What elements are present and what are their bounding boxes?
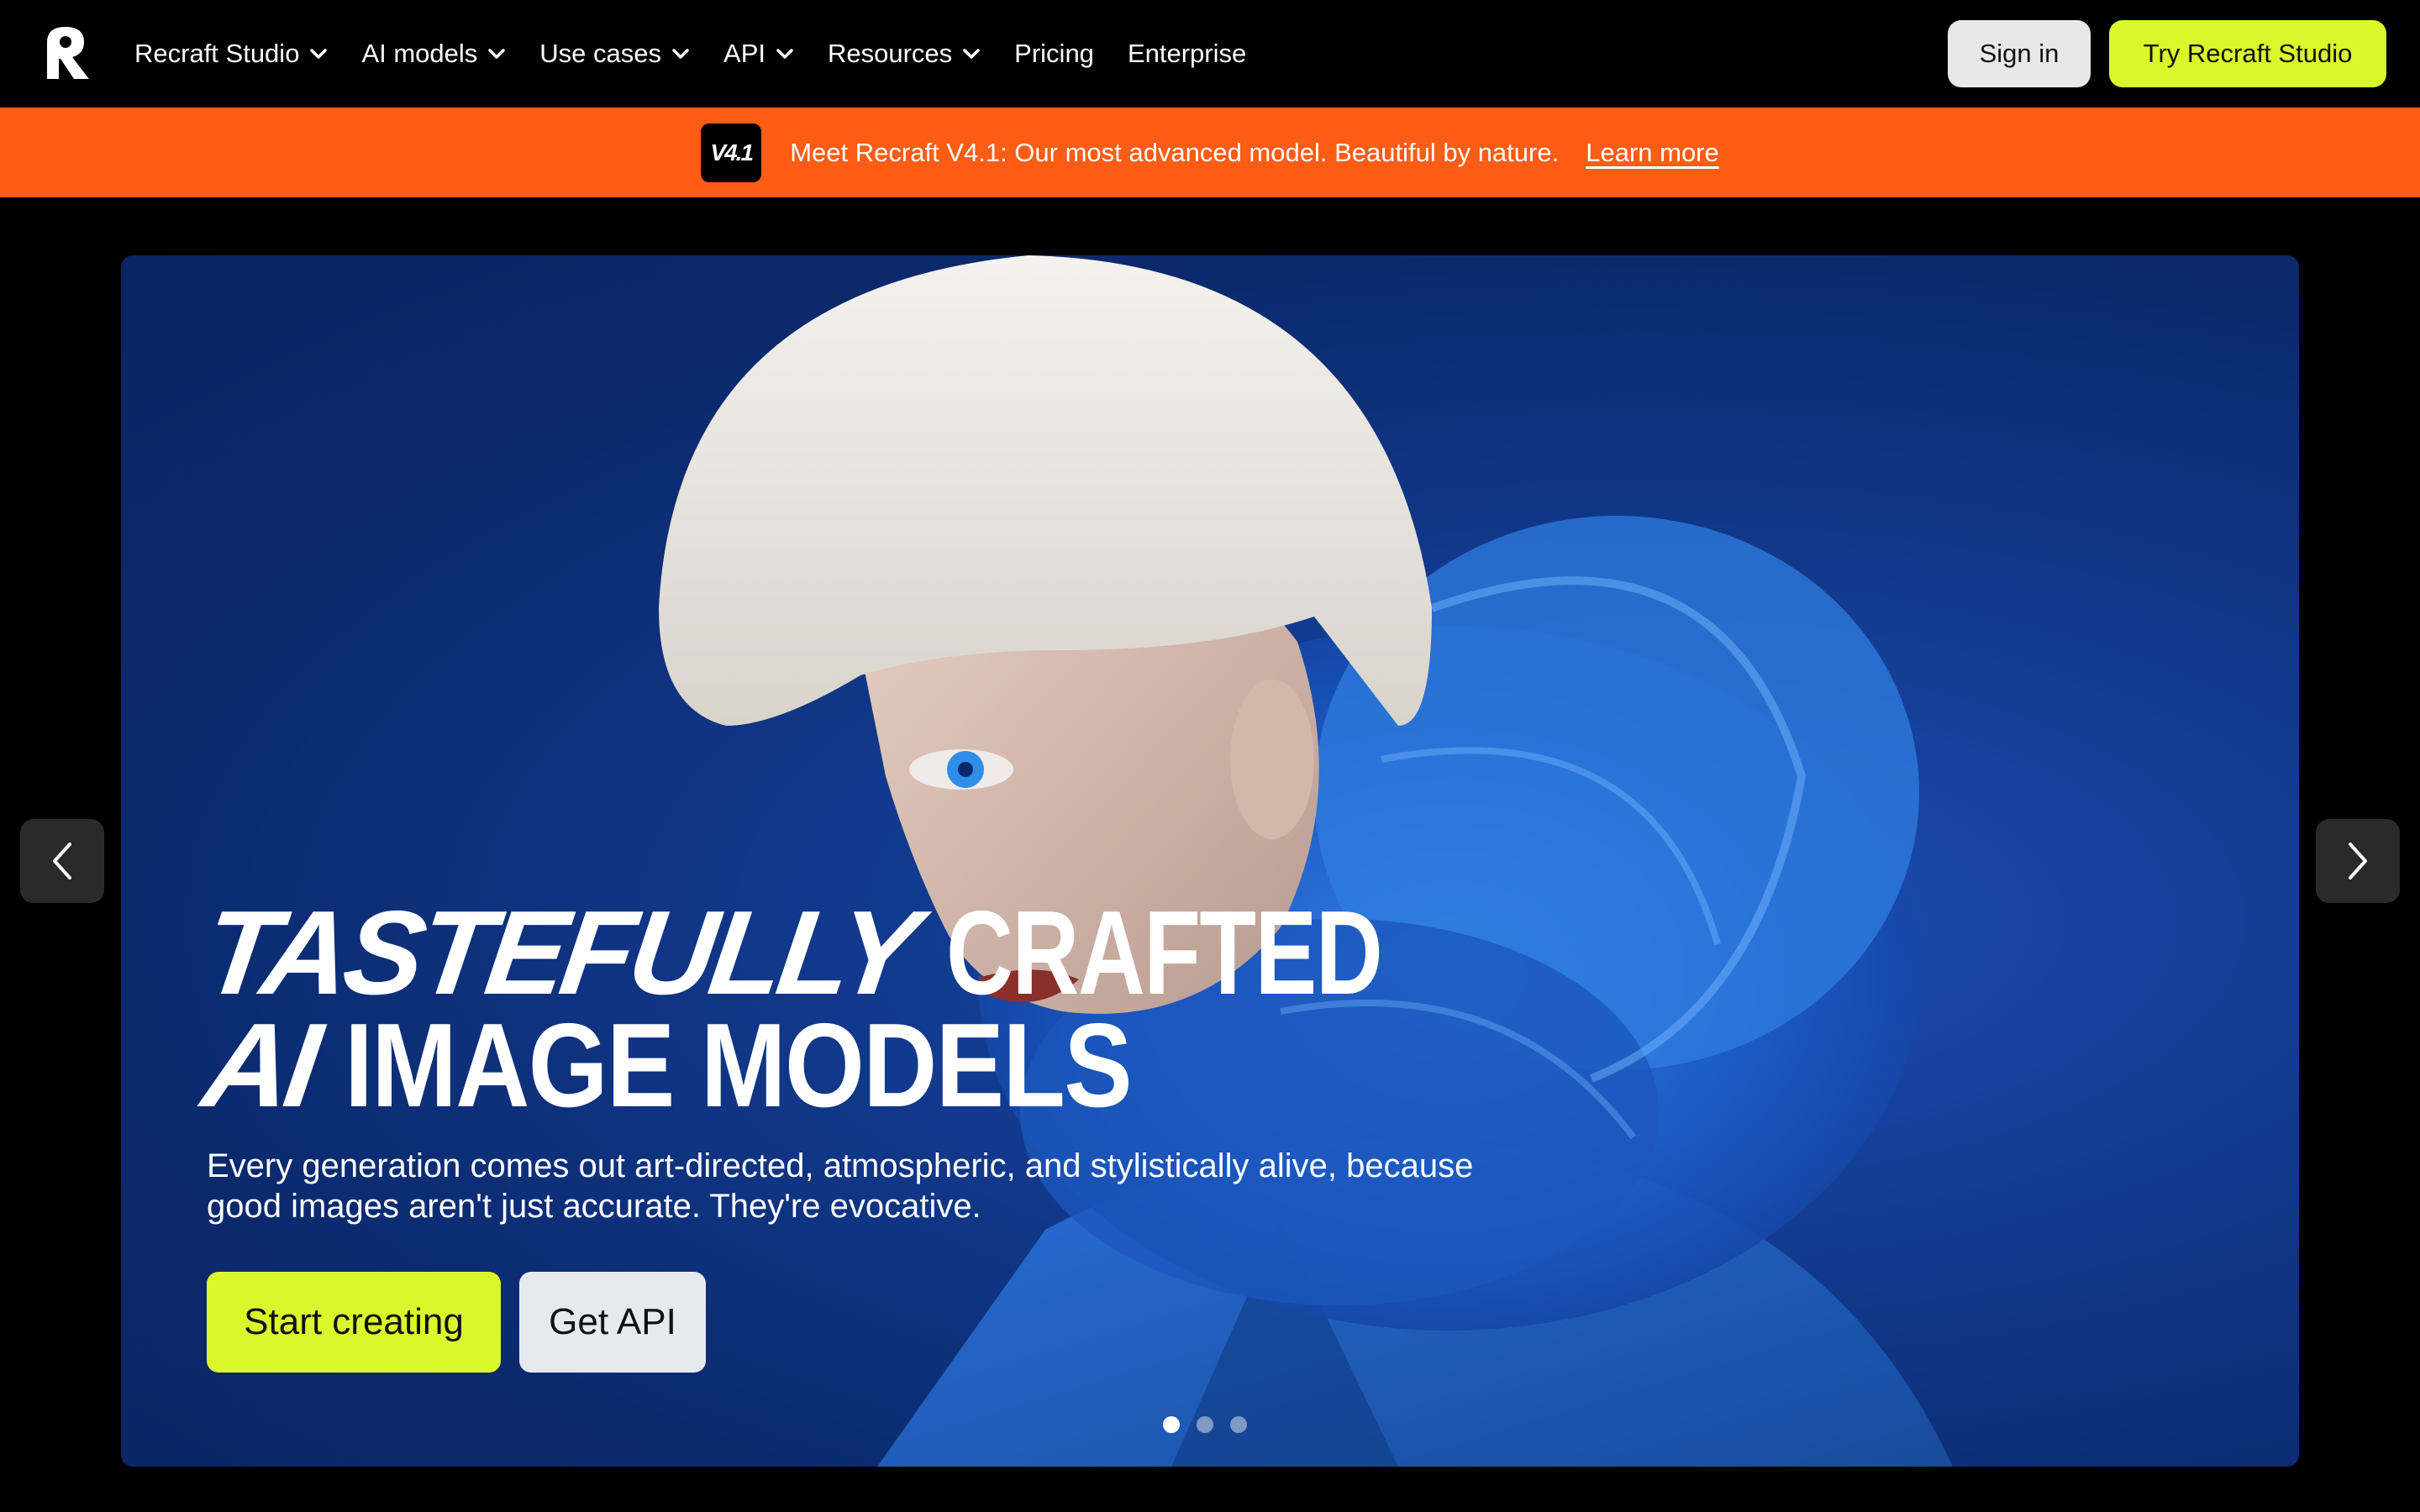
hero-slide: TASTEFULLY CRAFTED AI IMAGE MODELS Every… bbox=[121, 255, 2299, 1467]
nav-item-label: API bbox=[723, 39, 765, 68]
carousel-dot-2[interactable] bbox=[1197, 1416, 1213, 1433]
sign-in-button[interactable]: Sign in bbox=[1948, 20, 2091, 87]
start-creating-button[interactable]: Start creating bbox=[207, 1272, 501, 1373]
headline-word-crafted: CRAFTED bbox=[945, 886, 1383, 1020]
recraft-logo-icon[interactable] bbox=[40, 25, 94, 81]
chevron-right-icon bbox=[2349, 843, 2367, 879]
nav-item-label: Use cases bbox=[539, 39, 662, 68]
nav-item-recraft-studio[interactable]: Recraft Studio bbox=[134, 0, 328, 108]
carousel-pagination bbox=[1163, 1416, 1264, 1433]
nav-item-resources[interactable]: Resources bbox=[828, 0, 981, 108]
version-badge: V4.1 bbox=[701, 123, 762, 182]
top-navigation: Recraft Studio AI models Use cases API R… bbox=[0, 0, 2420, 108]
try-recraft-studio-button[interactable]: Try Recraft Studio bbox=[2109, 20, 2386, 87]
chevron-down-icon bbox=[488, 49, 506, 59]
hero-subtitle: Every generation comes out art-directed,… bbox=[207, 1147, 1474, 1225]
nav-item-label: Pricing bbox=[1014, 39, 1094, 68]
nav-actions: Sign in Try Recraft Studio bbox=[1948, 20, 2386, 87]
hero-actions: Start creating Get API bbox=[207, 1272, 706, 1373]
nav-item-pricing[interactable]: Pricing bbox=[1014, 0, 1094, 108]
chevron-down-icon bbox=[963, 49, 980, 59]
chevron-down-icon bbox=[672, 49, 689, 59]
carousel-prev-button[interactable] bbox=[20, 819, 104, 903]
nav-item-api[interactable]: API bbox=[723, 0, 794, 108]
hero-headline: TASTEFULLY CRAFTED AI IMAGE MODELS bbox=[196, 886, 1504, 1132]
banner-text: Meet Recraft V4.1: Our most advanced mod… bbox=[790, 137, 1560, 167]
nav-menu: Recraft Studio AI models Use cases API R… bbox=[134, 0, 1280, 108]
carousel-dot-3[interactable] bbox=[1230, 1416, 1247, 1433]
headline-words-image-models: IMAGE MODELS bbox=[345, 999, 1133, 1132]
nav-item-label: Recraft Studio bbox=[134, 39, 300, 68]
nav-item-use-cases[interactable]: Use cases bbox=[539, 0, 690, 108]
learn-more-link[interactable]: Learn more bbox=[1586, 138, 1719, 168]
carousel-next-button[interactable] bbox=[2316, 819, 2400, 903]
nav-item-ai-models[interactable]: AI models bbox=[361, 0, 506, 108]
announcement-banner: V4.1 Meet Recraft V4.1: Our most advance… bbox=[0, 108, 2420, 197]
nav-item-label: Enterprise bbox=[1127, 39, 1247, 68]
nav-item-enterprise[interactable]: Enterprise bbox=[1128, 0, 1246, 108]
chevron-down-icon bbox=[776, 49, 793, 59]
carousel-dot-1[interactable] bbox=[1163, 1416, 1180, 1433]
get-api-button[interactable]: Get API bbox=[519, 1272, 706, 1373]
nav-item-label: AI models bbox=[361, 39, 478, 68]
headline-word-ai: AI bbox=[195, 999, 324, 1132]
nav-item-label: Resources bbox=[827, 39, 953, 68]
headline-word-tastefully: TASTEFULLY bbox=[195, 886, 923, 1020]
chevron-left-icon bbox=[53, 843, 71, 879]
chevron-down-icon bbox=[310, 49, 328, 59]
